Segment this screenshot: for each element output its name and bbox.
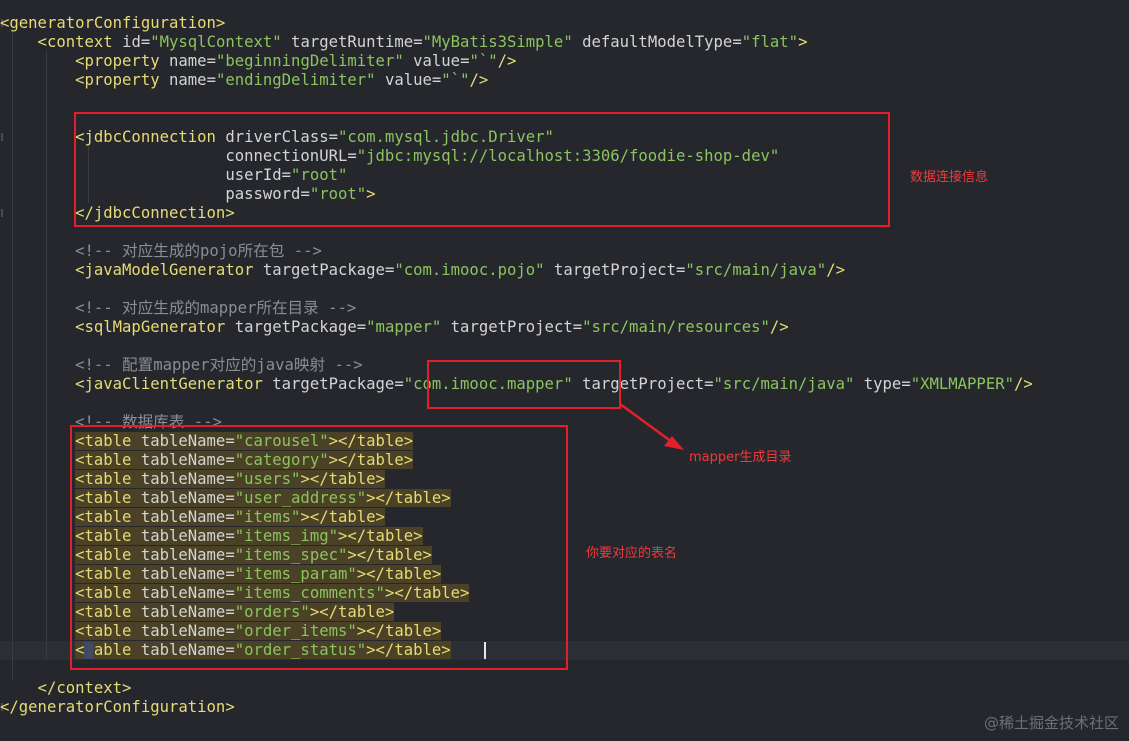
watermark: @稀土掘金技术社区 [983, 714, 1119, 732]
annotation-arrow [619, 402, 684, 450]
tables-annotation-label: 你要对应的表名 [586, 546, 678, 561]
jdbc-annotation-label: 数据连接信息 [910, 170, 989, 185]
mapper-annotation-label: mapper生成目录 [689, 450, 792, 465]
